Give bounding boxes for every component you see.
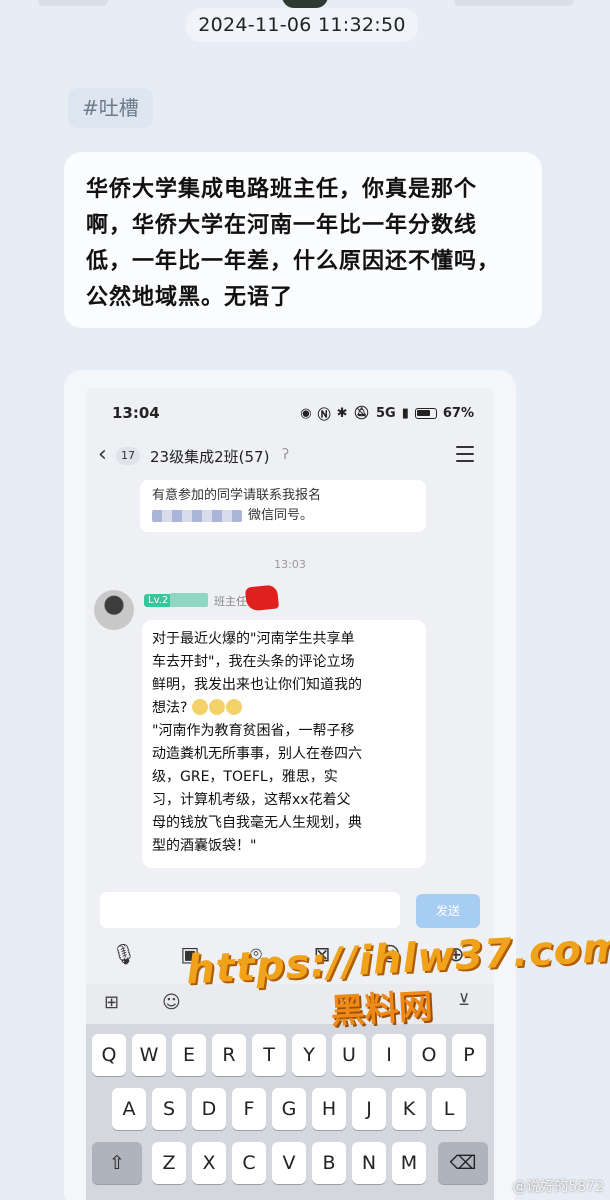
grid-icon[interactable]: ⊞ xyxy=(104,992,119,1013)
signal-icon: ▮ xyxy=(401,406,409,421)
message-line-text: 想法? xyxy=(152,700,188,716)
redaction-mark xyxy=(244,584,280,612)
key-i[interactable]: I xyxy=(372,1034,406,1076)
key-f[interactable]: F xyxy=(232,1088,266,1130)
status-ghost-left xyxy=(38,0,108,6)
group-title: 23级集成2班(57) xyxy=(150,448,270,466)
emoji-icon xyxy=(208,699,225,715)
key-t[interactable]: T xyxy=(252,1034,286,1076)
send-button[interactable]: 发送 xyxy=(416,894,480,928)
shift-key[interactable]: ⇧ xyxy=(92,1142,142,1184)
message-line: 动造粪机无所事事，别人在卷四六 xyxy=(152,746,362,762)
ear-icon: ʔ xyxy=(282,447,290,463)
key-b[interactable]: B xyxy=(312,1142,346,1184)
attached-screenshot[interactable]: 13:04 ◉ Ⓝ ✱ 🔕︎ 5G ▮ 67% ‹ 17 23级集成2班(57)… xyxy=(64,370,516,1200)
key-d[interactable]: D xyxy=(192,1088,226,1130)
camera-notch xyxy=(282,0,328,8)
key-o[interactable]: O xyxy=(412,1034,446,1076)
menu-icon[interactable] xyxy=(456,446,474,462)
battery-label: 67% xyxy=(442,406,474,421)
battery-icon xyxy=(414,408,437,419)
key-s[interactable]: S xyxy=(152,1088,186,1130)
chat-time: 13:03 xyxy=(274,558,306,571)
backspace-key[interactable]: ⌫ xyxy=(438,1142,488,1184)
topic-tag[interactable]: #吐槽 xyxy=(68,88,153,128)
keyboard-collapse-icon[interactable]: ⊻ xyxy=(458,990,470,1009)
key-c[interactable]: C xyxy=(232,1142,266,1184)
key-m[interactable]: M xyxy=(392,1142,426,1184)
key-x[interactable]: X xyxy=(192,1142,226,1184)
smile-icon[interactable]: ☺ xyxy=(162,992,181,1013)
message-line: 级，GRE，TOEFL，雅思，实 xyxy=(152,769,338,785)
emoji-icon xyxy=(191,699,208,715)
sender-name-redacted xyxy=(170,593,208,607)
mute-icon: 🔕︎ xyxy=(353,406,370,421)
message-line: 母的钱放飞自我毫无人生规划，典 xyxy=(152,815,362,831)
message-line-with-emoji: 想法? xyxy=(152,697,416,720)
keyboard: Q W E R T Y U I O P A S D F G H J K L Z X C V B N M ⇧ ⌫ xyxy=(86,1024,494,1200)
key-h[interactable]: H xyxy=(312,1088,346,1130)
key-k[interactable]: K xyxy=(392,1088,426,1130)
key-j[interactable]: J xyxy=(352,1088,386,1130)
status-time: 13:04 xyxy=(112,404,160,422)
message-line: 习，计算机考级，这帮xx花着父 xyxy=(152,792,351,808)
chat-header: ‹ 17 23级集成2班(57) ʔ xyxy=(86,436,494,476)
previous-message-line: 有意参加的同学请联系我报名 xyxy=(152,488,322,503)
message-line: 鲜明，我发出来也让你们知道我的 xyxy=(152,677,362,693)
key-z[interactable]: Z xyxy=(152,1142,186,1184)
key-v[interactable]: V xyxy=(272,1142,306,1184)
bluetooth-icon: ✱ xyxy=(336,406,348,421)
source-watermark: @说好的5872 xyxy=(512,1179,604,1195)
sender-role: 班主任 xyxy=(214,595,247,608)
message-line: "河南作为教育贫困省，一帮子移 xyxy=(152,723,355,739)
level-badge: Lv.2 xyxy=(144,594,173,607)
key-y[interactable]: Y xyxy=(292,1034,326,1076)
unread-badge: 17 xyxy=(116,447,140,465)
nfc-icon: Ⓝ xyxy=(317,408,331,423)
message-line: 型的酒囊饭袋！" xyxy=(152,838,257,854)
eye-icon: ◉ xyxy=(300,406,312,421)
key-w[interactable]: W xyxy=(132,1034,166,1076)
watermark-cn: 黑料网 xyxy=(329,986,434,1032)
network-label: 5G xyxy=(376,406,396,421)
status-ghost-right xyxy=(454,0,574,6)
key-q[interactable]: Q xyxy=(92,1034,126,1076)
phone-screenshot: 13:04 ◉ Ⓝ ✱ 🔕︎ 5G ▮ 67% ‹ 17 23级集成2班(57)… xyxy=(86,388,494,1200)
message-input[interactable] xyxy=(100,892,400,928)
key-l[interactable]: L xyxy=(432,1088,466,1130)
previous-message-bubble: 有意参加的同学请联系我报名 微信同号。 xyxy=(140,480,426,532)
message-bubble[interactable]: 对于最近火爆的"河南学生共享单 车去开封"，我在头条的评论立场 鲜明，我发出来也… xyxy=(142,620,426,868)
post-text: 华侨大学集成电路班主任，你真是那个啊，华侨大学在河南一年比一年分数线低，一年比一… xyxy=(86,177,501,310)
microphone-icon[interactable]: 🎙︎ xyxy=(110,940,138,968)
emoji-icon xyxy=(225,699,242,715)
status-icons: ◉ Ⓝ ✱ 🔕︎ 5G ▮ 67% xyxy=(300,404,474,423)
post-card: 华侨大学集成电路班主任，你真是那个啊，华侨大学在河南一年比一年分数线低，一年比一… xyxy=(64,152,542,328)
previous-message-line: 微信同号。 xyxy=(248,508,314,523)
status-bar: 13:04 ◉ Ⓝ ✱ 🔕︎ 5G ▮ 67% xyxy=(86,388,494,436)
key-a[interactable]: A xyxy=(112,1088,146,1130)
chevron-left-icon[interactable]: ‹ xyxy=(98,444,107,466)
key-e[interactable]: E xyxy=(172,1034,206,1076)
blurred-text xyxy=(152,509,242,522)
message-line: 对于最近火爆的"河南学生共享单 xyxy=(152,631,355,647)
message-line: 车去开封"，我在头条的评论立场 xyxy=(152,654,355,670)
key-p[interactable]: P xyxy=(452,1034,486,1076)
avatar[interactable] xyxy=(94,590,134,630)
key-g[interactable]: G xyxy=(272,1088,306,1130)
post-timestamp: 2024-11-06 11:32:50 xyxy=(186,8,418,42)
key-u[interactable]: U xyxy=(332,1034,366,1076)
key-n[interactable]: N xyxy=(352,1142,386,1184)
key-r[interactable]: R xyxy=(212,1034,246,1076)
